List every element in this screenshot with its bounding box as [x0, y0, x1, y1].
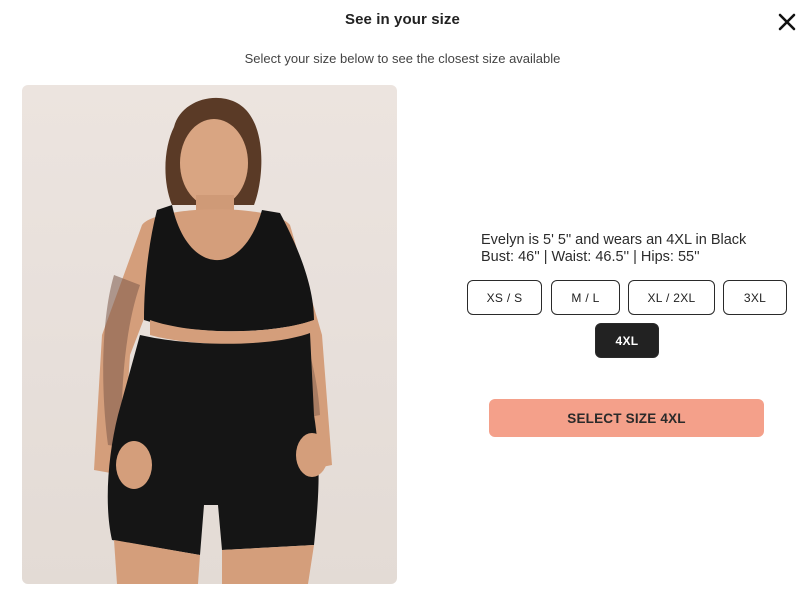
size-option-xl-2xl[interactable]: XL / 2XL	[628, 280, 715, 315]
close-icon[interactable]	[775, 10, 799, 34]
size-option-3xl[interactable]: 3XL	[723, 280, 787, 315]
model-info: Evelyn is 5' 5" and wears an 4XL in Blac…	[481, 232, 781, 266]
size-option-xs-s[interactable]: XS / S	[467, 280, 542, 315]
model-height-size: Evelyn is 5' 5" and wears an 4XL in Blac…	[481, 232, 747, 248]
model-measurements: Bust: 46'' | Waist: 46.5'' | Hips: 55''	[481, 249, 700, 265]
size-modal: See in your size Select your size below …	[0, 0, 805, 594]
size-option-4xl[interactable]: 4XL	[595, 323, 659, 358]
size-option-m-l[interactable]: M / L	[551, 280, 620, 315]
model-photo	[22, 85, 397, 584]
select-size-button[interactable]: SELECT SIZE 4XL	[489, 399, 764, 437]
modal-title: See in your size	[345, 11, 460, 28]
modal-subtitle: Select your size below to see the closes…	[244, 51, 561, 66]
